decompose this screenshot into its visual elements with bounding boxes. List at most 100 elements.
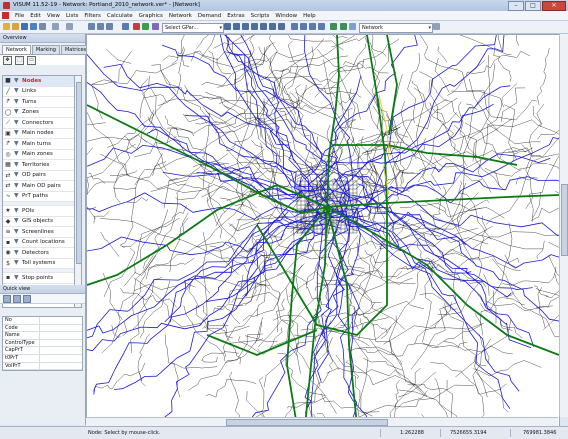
filter-icon[interactable]: ▼ bbox=[14, 218, 20, 224]
network-map-window[interactable] bbox=[86, 34, 560, 427]
layer-item-connectors[interactable]: ⟋ ▼ Connectors bbox=[3, 118, 75, 129]
3d-view-icon[interactable] bbox=[300, 23, 307, 30]
quick-view-row[interactable]: VolPrT bbox=[3, 362, 82, 371]
layer-item-territories[interactable]: ▦ ▼ Territories bbox=[3, 160, 75, 171]
scroll-thumb[interactable] bbox=[561, 184, 568, 256]
view-selector-icon[interactable] bbox=[349, 23, 356, 30]
scroll-thumb[interactable] bbox=[76, 82, 82, 264]
layer-item-main-turns[interactable]: ↱ ▼ Main turns bbox=[3, 139, 75, 150]
quick-view-row[interactable]: Name bbox=[3, 332, 82, 340]
menu-lists[interactable]: Lists bbox=[63, 13, 81, 19]
open-folder-icon[interactable] bbox=[12, 23, 19, 30]
layer-item-count-locations[interactable]: ▪ ▼ Count locations bbox=[3, 238, 75, 248]
quick-view-row[interactable]: CapPrT bbox=[3, 347, 82, 355]
select-gpar-icon[interactable] bbox=[152, 23, 159, 30]
layer-item-detectors[interactable]: ◉ ▼ Detectors bbox=[3, 248, 75, 259]
layer-item-od-pairs[interactable]: ⇄ ▼ OD pairs bbox=[3, 171, 75, 181]
menu-help[interactable]: Help bbox=[300, 13, 319, 19]
map-vertical-scrollbar[interactable] bbox=[559, 34, 568, 417]
close-button[interactable]: ✕ bbox=[542, 1, 566, 11]
previous-view-icon[interactable] bbox=[269, 23, 276, 30]
filter-icon[interactable]: ▼ bbox=[14, 151, 20, 157]
select-tool-icon[interactable]: ⬚ bbox=[15, 55, 24, 65]
filter-icon[interactable]: ▼ bbox=[14, 228, 20, 235]
layer-item-main-nodes[interactable]: ▣ ▼ Main nodes bbox=[3, 129, 75, 139]
menu-file[interactable]: File bbox=[12, 13, 27, 19]
network-map[interactable] bbox=[87, 35, 559, 426]
layer-item-prt-paths[interactable]: ⤷ ▼ PrT paths bbox=[3, 192, 75, 202]
filter-icon[interactable]: ▼ bbox=[14, 249, 20, 256]
print-icon[interactable] bbox=[39, 23, 46, 30]
quick-view-row[interactable]: ControlType bbox=[3, 339, 82, 348]
move-tool-icon[interactable]: ✥ bbox=[3, 55, 12, 65]
list-icon[interactable] bbox=[106, 23, 113, 30]
filter-icon[interactable]: ▼ bbox=[14, 239, 20, 245]
filter-icon[interactable]: ▼ bbox=[14, 274, 20, 281]
layer-item-turns[interactable]: ↱ ▼ Turns bbox=[3, 97, 75, 108]
filter-icon[interactable]: ▼ bbox=[14, 119, 20, 126]
junction-editor-icon[interactable] bbox=[142, 23, 149, 30]
background-icon[interactable] bbox=[309, 23, 316, 30]
menu-graphics[interactable]: Graphics bbox=[136, 13, 166, 19]
filter-icon[interactable]: ▼ bbox=[14, 77, 20, 84]
layer-item-zones[interactable]: ◯ ▼ Zones bbox=[3, 108, 75, 118]
menu-filters[interactable]: Filters bbox=[81, 13, 104, 19]
filter-icon[interactable]: ▼ bbox=[14, 109, 20, 115]
quick-view-copy-icon[interactable] bbox=[23, 294, 31, 303]
save-icon[interactable] bbox=[21, 23, 28, 30]
filter-icon[interactable]: ▼ bbox=[14, 161, 20, 168]
filter-icon[interactable]: ▼ bbox=[14, 130, 20, 136]
filter-icon[interactable]: ▼ bbox=[14, 182, 20, 189]
filter-icon[interactable]: ▼ bbox=[14, 98, 20, 105]
tab-marking[interactable]: Marking bbox=[31, 45, 60, 54]
layer-item-pois[interactable]: ★ ▼ POIs bbox=[3, 206, 75, 217]
filter-icon[interactable]: ▼ bbox=[14, 193, 20, 199]
menu-calculate[interactable]: Calculate bbox=[104, 13, 136, 19]
layer-item-stop-points[interactable]: ▪ ▼ Stop points bbox=[3, 273, 75, 284]
network-view-dropdown[interactable]: Network ▾ bbox=[359, 23, 433, 33]
filter-icon[interactable]: ▼ bbox=[14, 172, 20, 178]
scroll-thumb[interactable] bbox=[226, 419, 388, 426]
filter-icon[interactable]: ▼ bbox=[14, 88, 20, 94]
menu-network[interactable]: Network bbox=[166, 13, 195, 19]
next-view-icon[interactable] bbox=[278, 23, 285, 30]
filter-icon[interactable]: ▼ bbox=[14, 207, 20, 214]
layer-item-screenlines[interactable]: ≡ ▼ Screenlines bbox=[3, 227, 75, 238]
filter-icon[interactable] bbox=[97, 23, 104, 30]
quick-view-options-icon[interactable] bbox=[3, 294, 11, 303]
quick-view-row[interactable]: t0PrT bbox=[3, 354, 82, 363]
menu-extras[interactable]: Extras bbox=[224, 13, 247, 19]
layer-item-nodes[interactable]: ■ ▼ Nodes bbox=[3, 76, 75, 87]
filter-icon[interactable]: ▼ bbox=[14, 260, 20, 266]
layer-item-main-od-pairs[interactable]: ⇄ ▼ Main OD pairs bbox=[3, 181, 75, 192]
maximize-button[interactable]: □ bbox=[525, 1, 541, 11]
zoom-window-icon[interactable] bbox=[251, 23, 258, 30]
undo-icon[interactable] bbox=[52, 23, 59, 30]
document-menu-icon[interactable] bbox=[2, 12, 9, 19]
layer-item-links[interactable]: ╱ ▼ Links bbox=[3, 87, 75, 97]
layer-item-toll-systems[interactable]: $ ▼ Toll systems bbox=[3, 259, 75, 269]
menu-demand[interactable]: Demand bbox=[195, 13, 224, 19]
filter-icon[interactable]: ▼ bbox=[14, 140, 20, 147]
zoom-out-icon[interactable] bbox=[242, 23, 249, 30]
quick-view-row[interactable]: No bbox=[3, 317, 82, 325]
new-file-icon[interactable] bbox=[3, 23, 10, 30]
select-gpar-dropdown[interactable]: Select GPar... ▾ bbox=[162, 23, 224, 33]
quick-view-sort-icon[interactable] bbox=[13, 294, 21, 303]
tab-network[interactable]: Network bbox=[2, 45, 31, 54]
minimize-button[interactable]: – bbox=[508, 1, 524, 11]
view-settings-icon[interactable] bbox=[433, 23, 440, 30]
marking-icon[interactable] bbox=[133, 23, 140, 30]
screenshot-icon[interactable] bbox=[318, 23, 325, 30]
rectangle-tool-icon[interactable]: ▭ bbox=[27, 55, 36, 65]
zoom-in-icon[interactable] bbox=[233, 23, 240, 30]
menu-scripts[interactable]: Scripts bbox=[248, 13, 273, 19]
new-window-icon[interactable] bbox=[340, 23, 347, 30]
layer-item-gis-objects[interactable]: ◆ ▼ GIS objects bbox=[3, 217, 75, 227]
network-window-icon[interactable] bbox=[330, 23, 337, 30]
pan-icon[interactable] bbox=[224, 23, 231, 30]
menu-window[interactable]: Window bbox=[272, 13, 300, 19]
layer-item-main-zones[interactable]: ◎ ▼ Main zones bbox=[3, 150, 75, 160]
layer-list-scrollbar[interactable] bbox=[74, 75, 82, 308]
map-horizontal-scrollbar[interactable] bbox=[86, 417, 558, 426]
